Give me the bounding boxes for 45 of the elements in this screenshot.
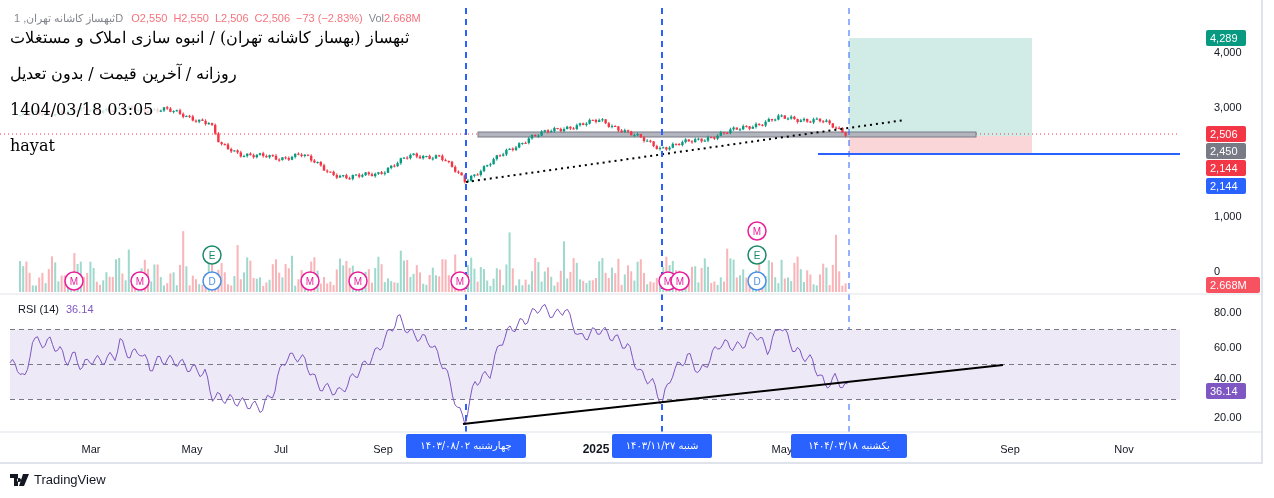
chart-annotation: روزانه / آخرین قیمت / بدون تعدیل xyxy=(10,63,238,85)
price-badge: 2,450 xyxy=(1206,143,1246,159)
rsi-tick: 20.00 xyxy=(1214,411,1242,423)
event-marker[interactable]: M xyxy=(670,271,690,291)
logo-icon xyxy=(10,473,30,486)
event-marker[interactable]: M xyxy=(348,271,368,291)
brand-name: TradingView xyxy=(34,472,106,487)
event-marker[interactable]: E xyxy=(747,245,767,265)
date-label: شنبه ۱۴۰۳/۱۱/۲۷ xyxy=(612,434,712,458)
event-marker[interactable]: E xyxy=(202,245,222,265)
rsi-badge: 36.14 xyxy=(1206,383,1246,399)
event-marker[interactable]: M xyxy=(130,271,150,291)
rsi-tick: 40.00 xyxy=(1214,372,1242,384)
event-marker[interactable]: M xyxy=(64,271,84,291)
rsi-value: 36.14 xyxy=(66,303,94,315)
price-badge: 2,144 xyxy=(1206,160,1246,176)
event-marker[interactable]: M xyxy=(450,271,470,291)
time-tick: 2025 xyxy=(582,442,610,456)
time-tick: Sep xyxy=(373,443,393,455)
trend-line[interactable] xyxy=(462,364,1004,425)
price-tick: 0 xyxy=(1214,265,1221,277)
time-tick: Sep xyxy=(1000,443,1020,455)
time-tick: Mar xyxy=(81,443,101,455)
chart-annotation: hayat xyxy=(10,135,55,157)
price-tick: 1,000 xyxy=(1214,210,1242,222)
time-tick: Nov xyxy=(1114,443,1134,455)
chart-annotation: 1404/03/18 03:05 xyxy=(10,99,154,121)
event-marker[interactable]: M xyxy=(747,221,767,241)
event-marker[interactable]: D xyxy=(202,271,222,291)
rsi-tick: 80.00 xyxy=(1214,306,1242,318)
price-tick: 3,000 xyxy=(1214,101,1242,113)
price-badge: 2.668M xyxy=(1206,277,1260,293)
price-tick: 4,000 xyxy=(1214,46,1242,58)
event-marker[interactable]: D xyxy=(747,271,767,291)
price-badge: 2,506 xyxy=(1206,126,1246,142)
price-badge: 4,289 xyxy=(1206,30,1246,46)
time-tick: Jul xyxy=(273,443,289,455)
date-label: یکشنبه ۱۴۰۴/۰۳/۱۸ xyxy=(791,434,907,458)
price-badge: 2,144 xyxy=(1206,178,1246,194)
time-tick: May xyxy=(181,443,203,455)
rsi-title: RSI (14) xyxy=(18,303,59,315)
rsi-tick: 60.00 xyxy=(1214,341,1242,353)
chart-annotation: ثبهساز (بهساز کاشانه تهران) / انبوه سازی املاک و مستغلات xyxy=(10,27,409,49)
event-marker[interactable]: M xyxy=(300,271,320,291)
date-label: چهارشنبه ۱۴۰۳/۰۸/۰۲ xyxy=(406,434,526,458)
